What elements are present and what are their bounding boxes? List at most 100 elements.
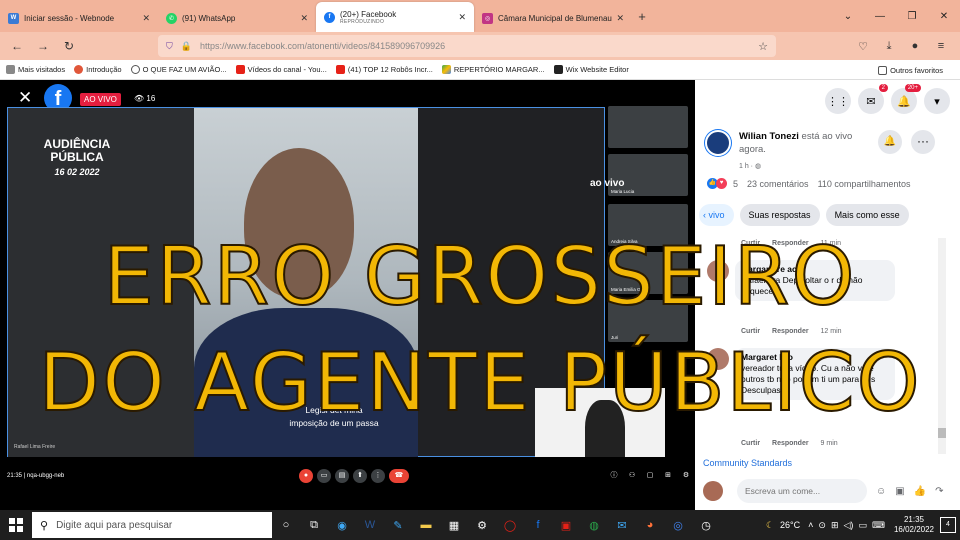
mic-icon[interactable]: ● bbox=[299, 469, 313, 483]
community-standards-link[interactable]: Community Standards bbox=[703, 458, 792, 468]
word-icon[interactable]: W bbox=[356, 510, 384, 540]
close-tab-icon[interactable]: ✕ bbox=[458, 12, 466, 23]
other-bookmarks[interactable]: Outros favoritos bbox=[878, 60, 943, 80]
filter-more-like-this[interactable]: Mais como esse bbox=[825, 204, 909, 226]
clock-app-icon[interactable]: ◷ bbox=[692, 510, 720, 540]
captions-icon[interactable]: ▤ bbox=[335, 469, 349, 483]
opera-icon[interactable]: ◯ bbox=[496, 510, 524, 540]
power-icon[interactable]: ▭ bbox=[858, 520, 867, 531]
language-icon[interactable]: ⌨ bbox=[872, 520, 885, 531]
present-icon[interactable]: ⬆ bbox=[353, 469, 367, 483]
settings-icon[interactable]: ⚙ bbox=[679, 469, 693, 483]
shares-count[interactable]: 110 compartilhamentos bbox=[818, 179, 911, 189]
close-tab-icon[interactable]: ✕ bbox=[142, 13, 150, 24]
info-icon[interactable]: ⓘ bbox=[607, 469, 621, 483]
store-icon[interactable]: ▦ bbox=[440, 510, 468, 540]
download-icon[interactable]: ⤓ bbox=[876, 40, 902, 53]
taskbar-search[interactable]: ⚲ Digite aqui para pesquisar bbox=[32, 512, 272, 538]
close-tab-icon[interactable]: ✕ bbox=[616, 13, 624, 24]
subscribe-bell-button[interactable]: 🔔 bbox=[878, 130, 902, 154]
post-time-value[interactable]: 1 h bbox=[739, 163, 749, 170]
chat-icon[interactable]: ▢ bbox=[643, 469, 657, 483]
restore-icon[interactable]: ❐ bbox=[896, 0, 928, 32]
task-view-icon[interactable]: ⧉ bbox=[300, 510, 328, 540]
file-explorer-icon[interactable]: ▬ bbox=[412, 510, 440, 540]
reload-icon[interactable]: ↻ bbox=[56, 39, 82, 53]
camera-icon[interactable]: ▭ bbox=[317, 469, 331, 483]
close-icon[interactable]: ✕ bbox=[18, 88, 32, 108]
device-icon[interactable]: ⊙ bbox=[818, 520, 826, 531]
weather-icon[interactable]: ☾ bbox=[766, 520, 774, 531]
emoji-icon[interactable]: ☺ bbox=[876, 486, 886, 497]
weather-temp[interactable]: 26°C bbox=[780, 520, 800, 530]
menu-icon[interactable]: ≡ bbox=[928, 40, 954, 52]
filter-your-replies[interactable]: Suas respostas bbox=[739, 204, 820, 226]
avatar[interactable] bbox=[705, 130, 731, 156]
bookmark-robos[interactable]: (41) TOP 12 Robôs Incr... bbox=[335, 65, 433, 74]
like-comment-link[interactable]: Curtir bbox=[741, 440, 760, 447]
poster-name[interactable]: Wilian Tonezi bbox=[739, 131, 799, 142]
avatar[interactable] bbox=[703, 481, 723, 501]
hangup-icon[interactable]: ☎ bbox=[389, 469, 409, 483]
url-bar[interactable]: ⛉ 🔒 https://www.facebook.com/atonenti/vi… bbox=[158, 35, 776, 57]
settings-icon[interactable]: ⚙ bbox=[468, 510, 496, 540]
activities-icon[interactable]: ⊞ bbox=[661, 469, 675, 483]
chrome-icon[interactable]: ◎ bbox=[664, 510, 692, 540]
filter-live[interactable]: ‹ vivo bbox=[699, 204, 734, 226]
account-icon[interactable]: ● bbox=[902, 40, 928, 52]
forward-icon[interactable]: → bbox=[30, 39, 56, 53]
bookmark-mais-visitados[interactable]: Mais visitados bbox=[6, 65, 65, 74]
clock[interactable]: 21:35 16/02/2022 bbox=[894, 515, 934, 535]
notification-center-icon[interactable]: 4 bbox=[940, 517, 956, 533]
like-icon[interactable]: 👍 bbox=[914, 486, 926, 497]
tab-camara[interactable]: ◎ Câmara Municipal de Blumenau ✕ bbox=[474, 4, 632, 32]
tab-facebook[interactable]: f (20+) Facebook REPRODUZINDO ✕ bbox=[316, 2, 474, 32]
more-options-button[interactable]: ··· bbox=[911, 130, 935, 154]
bell-icon[interactable]: 🔔 20+ bbox=[891, 84, 921, 114]
shield-icon[interactable]: ⛉ bbox=[166, 41, 173, 52]
mail-icon[interactable]: ✉ bbox=[608, 510, 636, 540]
volume-icon[interactable]: ◁) bbox=[844, 520, 854, 531]
scrollbar-thumb[interactable] bbox=[938, 428, 946, 438]
reply-comment-link[interactable]: Responder bbox=[772, 328, 809, 335]
bookmark-introducao[interactable]: Introdução bbox=[74, 65, 122, 74]
chevron-up-icon[interactable]: ˄ bbox=[808, 520, 813, 530]
lock-icon[interactable]: 🔒 bbox=[181, 41, 192, 52]
minimize-icon[interactable]: — bbox=[864, 0, 896, 32]
like-comment-link[interactable]: Curtir bbox=[741, 328, 760, 335]
reaction-count[interactable]: 5 bbox=[733, 179, 738, 189]
url-text[interactable]: https://www.facebook.com/atonenti/videos… bbox=[200, 41, 445, 51]
comment-input[interactable] bbox=[737, 479, 867, 503]
share-icon[interactable]: ↷ bbox=[935, 486, 943, 497]
tab-list-icon[interactable]: ⌄ bbox=[832, 0, 864, 32]
cortana-icon[interactable]: ○ bbox=[272, 510, 300, 540]
people-icon[interactable]: ⚇ bbox=[625, 469, 639, 483]
close-tab-icon[interactable]: ✕ bbox=[300, 13, 308, 24]
bookmark-aviao[interactable]: O QUE FAZ UM AVIÃO... bbox=[130, 65, 227, 74]
comments-count[interactable]: 23 comentários bbox=[747, 179, 809, 189]
network-icon[interactable]: ⊞ bbox=[831, 520, 839, 531]
bookmark-wix[interactable]: Wix Website Editor bbox=[553, 65, 629, 74]
close-window-icon[interactable]: ✕ bbox=[928, 0, 960, 32]
app-icon[interactable]: ▣ bbox=[552, 510, 580, 540]
tab-whatsapp[interactable]: ✆ (91) WhatsApp ✕ bbox=[158, 4, 316, 32]
tab-webnode[interactable]: W Iniciar sessão - Webnode ✕ bbox=[0, 4, 158, 32]
phone-icon[interactable]: ◍ bbox=[580, 510, 608, 540]
messenger-icon[interactable]: ✉ 2 bbox=[858, 84, 888, 114]
firefox-icon[interactable]: ◕ bbox=[636, 510, 664, 540]
pocket-icon[interactable]: ♡ bbox=[850, 40, 876, 53]
windows-start-button[interactable] bbox=[0, 510, 32, 540]
account-menu-icon[interactable]: ▾ bbox=[924, 88, 950, 114]
reply-comment-link[interactable]: Responder bbox=[772, 440, 809, 447]
star-icon[interactable]: ☆ bbox=[758, 40, 768, 53]
edge-icon[interactable]: ◉ bbox=[328, 510, 356, 540]
back-icon[interactable]: ← bbox=[4, 39, 30, 53]
menu-grid-icon[interactable]: ⋮⋮ bbox=[825, 88, 851, 114]
more-icon[interactable]: ⋮ bbox=[371, 469, 385, 483]
facebook-icon[interactable]: f bbox=[524, 510, 552, 540]
bookmark-repertorio[interactable]: REPERTÓRIO MARGAR... bbox=[441, 65, 545, 74]
bookmark-youtube[interactable]: Vídeos do canal - You... bbox=[235, 65, 327, 74]
new-tab-button[interactable]: + bbox=[632, 4, 652, 32]
sticker-icon[interactable]: ▣ bbox=[895, 486, 904, 497]
whiteboard-icon[interactable]: ✎ bbox=[384, 510, 412, 540]
